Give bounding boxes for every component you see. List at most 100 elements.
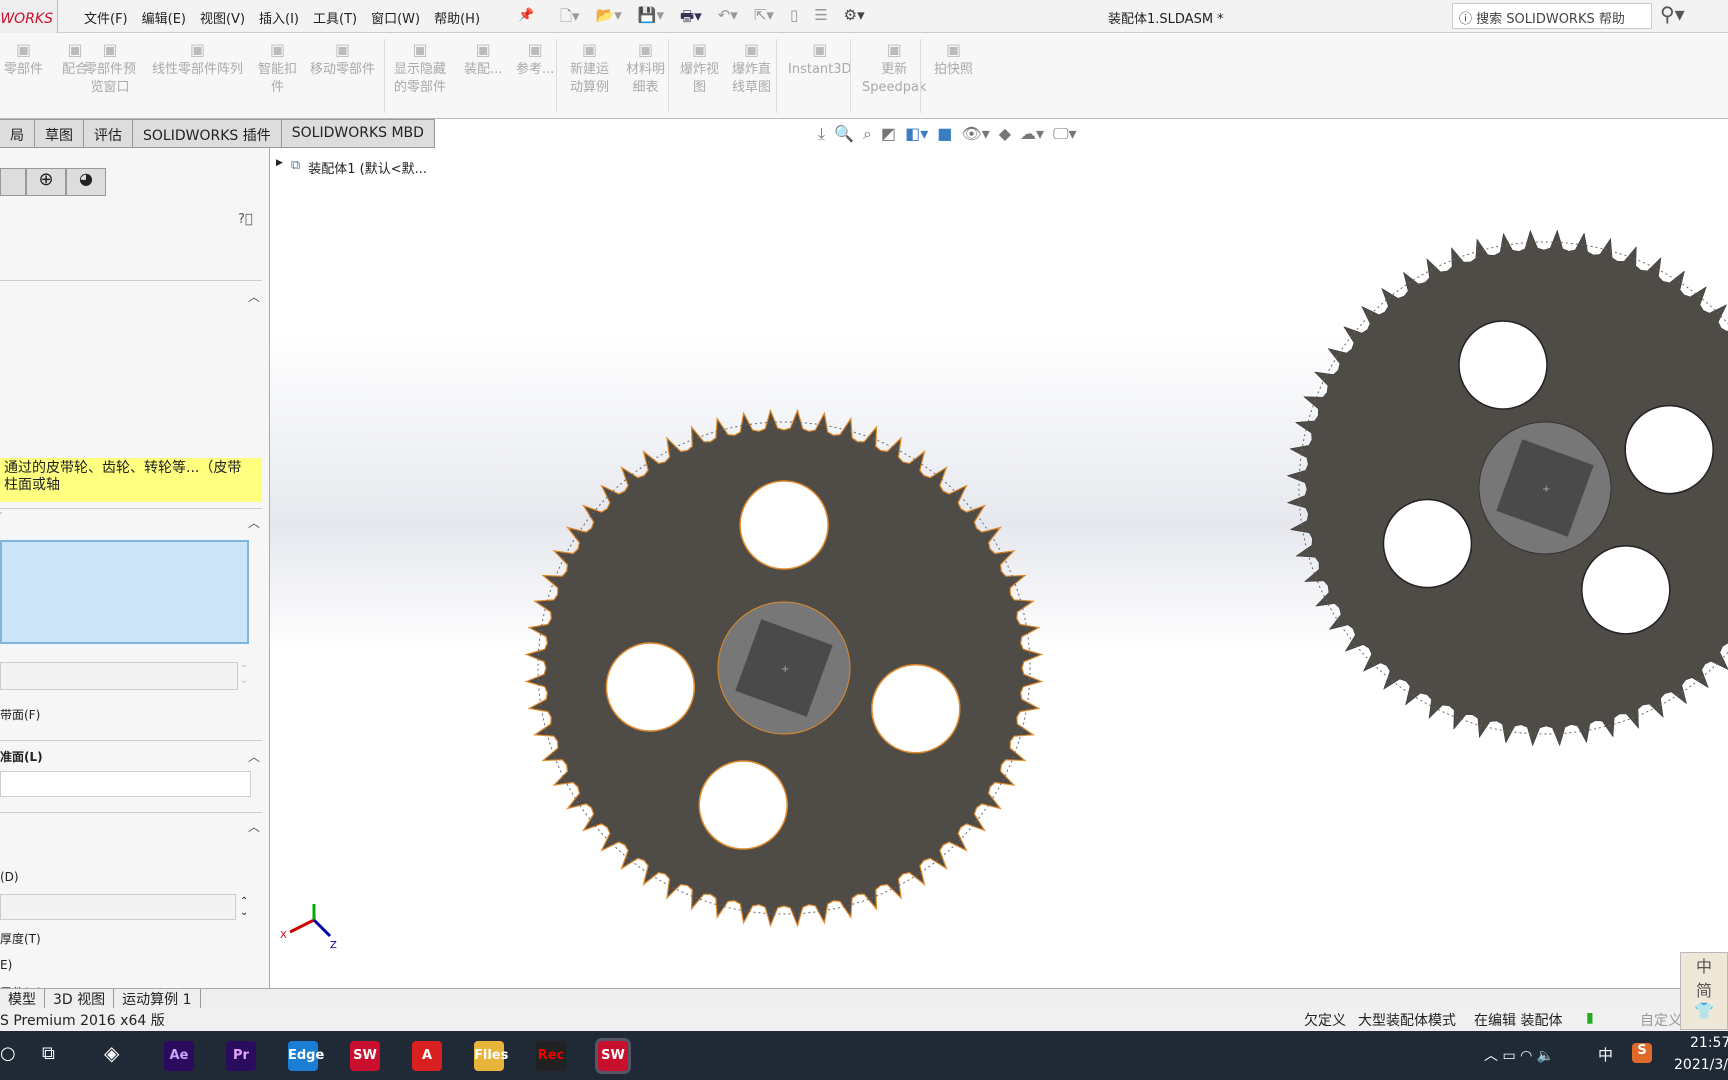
skin-icon[interactable]: 👕 — [1681, 1001, 1727, 1020]
tray-icons[interactable]: ︿ ▭ ◠ 🔈 — [1484, 1045, 1554, 1065]
tab-motion-study[interactable]: 运动算例 1 — [114, 989, 201, 1008]
tab-model[interactable]: 模型 — [0, 989, 45, 1008]
collapse-icon[interactable]: ︿ — [248, 748, 260, 765]
previous-view-icon[interactable]: ⤓ — [818, 124, 825, 144]
value-field[interactable] — [0, 662, 238, 690]
new-icon[interactable]: 🗋▾ — [560, 6, 580, 31]
ribbon-button[interactable]: ▣ 智能扣 件 — [258, 41, 297, 97]
appearance-tab-icon[interactable]: ◕ — [66, 168, 106, 196]
ribbon-button[interactable]: ▣ Instant3D — [788, 41, 852, 79]
origin-marker: + — [1542, 484, 1550, 495]
status-underdefined: 欠定义 — [1304, 1013, 1346, 1029]
rebuild-light-icon[interactable]: ▮ — [1586, 1010, 1594, 1026]
menu-edit[interactable]: 编辑(E) — [142, 8, 186, 27]
spinner-icon[interactable]: ⌃ ⌄ — [240, 896, 248, 918]
taskbar-app-rec[interactable]: Rec — [536, 1041, 566, 1071]
ribbon-button[interactable]: ▣ 显示隐藏 的零部件 — [394, 41, 446, 97]
print-icon[interactable]: 🖶▾ — [680, 6, 702, 31]
ribbon-button[interactable]: ▣ 移动零部件 — [310, 41, 375, 79]
taskbar-app-ae[interactable]: Ae — [164, 1041, 194, 1071]
rebuild-icon[interactable]: ▯ — [790, 6, 798, 31]
menu-help[interactable]: 帮助(H) — [434, 8, 480, 27]
help-question-icon[interactable]: ?⃝ — [238, 212, 253, 227]
ime-chinese[interactable]: 中 — [1681, 953, 1727, 977]
tab-layout[interactable]: 局 — [0, 119, 35, 148]
dimxpert-tab-crosshair-icon[interactable]: ⊕ — [26, 168, 66, 196]
ime-simplified[interactable]: 简 — [1681, 977, 1727, 1001]
search-icon[interactable]: ⚲▾ — [1660, 2, 1685, 26]
menu-insert[interactable]: 插入(I) — [259, 8, 299, 27]
scene-icon[interactable]: ☁▾ — [1020, 124, 1044, 144]
taskbar-app-edge[interactable]: Edge — [288, 1041, 324, 1071]
ribbon-button[interactable]: ▣ 零部件预 览窗口 — [84, 41, 136, 97]
panel-tabs: ⊕ ◕ — [0, 168, 106, 196]
taskbar-app-files[interactable]: Files — [474, 1041, 508, 1071]
ribbon-button[interactable]: ▣ 爆炸直 线草图 — [732, 41, 771, 97]
search-placeholder: 搜索 SOLIDWORKS 帮助 — [1476, 12, 1625, 27]
ribbon-button[interactable]: ▣ 线性零部件阵列 — [152, 41, 243, 79]
menu-tools[interactable]: 工具(T) — [313, 8, 357, 27]
ribbon-button[interactable]: ▣ 新建运 动算例 — [570, 41, 609, 97]
undo-icon[interactable]: ↶▾ — [718, 6, 738, 31]
ribbon-button[interactable]: ▣ 材料明 细表 — [626, 41, 665, 97]
open-icon[interactable]: 📂▾ — [596, 6, 622, 31]
ribbon-icon: ▣ — [691, 40, 708, 59]
view-orientation-icon[interactable]: ◧▾ — [905, 124, 928, 144]
spinner-icon[interactable]: ⌃ ⌄ — [240, 664, 248, 686]
ribbon-button[interactable]: ▣ 爆炸视 图 — [680, 41, 719, 97]
custom-units[interactable]: 自定义 — [1640, 1010, 1682, 1030]
sogou-icon[interactable]: S — [1632, 1043, 1652, 1063]
belt-face-checkbox-label[interactable]: 带面(F) — [0, 706, 40, 723]
task-view-icon[interactable]: ⧉ — [42, 1043, 55, 1064]
taskbar-app-a[interactable]: A — [412, 1041, 442, 1071]
appearance-icon[interactable]: ◆ — [999, 124, 1011, 144]
collapse-icon[interactable]: ︿ — [248, 514, 260, 531]
pin-icon[interactable]: 📌 — [518, 8, 534, 23]
solidworks-logo[interactable]: WORKS — [0, 0, 58, 33]
taskbar-app-sw[interactable]: SW — [350, 1041, 380, 1071]
ime-toolbar[interactable]: 中简 👕 — [1680, 952, 1728, 1030]
clock-time[interactable]: 21:57 — [1690, 1035, 1728, 1051]
options-gear-icon[interactable]: ⚙▾ — [844, 6, 865, 31]
ribbon-button[interactable]: ▣ 更新 Speedpak — [862, 41, 927, 97]
section-view-icon[interactable]: ◩ — [881, 124, 896, 144]
taskbar-app-pr[interactable]: Pr — [226, 1041, 256, 1071]
gear-model-view[interactable]: ++ — [270, 148, 1728, 988]
collapse-icon[interactable]: ︿ — [248, 818, 260, 835]
bottom-tabs: 模型 3D 视图 运动算例 1 — [0, 988, 1728, 1008]
ribbon-button[interactable]: ▣ 参考... — [516, 41, 554, 79]
e-checkbox-label[interactable]: E) — [0, 958, 12, 972]
menu-file[interactable]: 文件(F) — [84, 8, 128, 27]
graphics-area[interactable]: ▶ ⧉ 装配体1 (默认<默... ⤓ 🔍 ⌕ ◩ ◧▾ ■ 👁▾ ◆ ☁▾ 🖵▾ + + XZ — [270, 124, 1728, 988]
thickness-checkbox-label[interactable]: 厚度(T) — [0, 930, 41, 947]
ribbon-button[interactable]: ▣ 装配... — [464, 41, 502, 79]
app-icon-diamond[interactable]: ◈ — [104, 1041, 119, 1065]
search-circle-icon[interactable]: ○ — [0, 1043, 16, 1064]
save-icon[interactable]: 💾▾ — [638, 6, 664, 31]
tab-3d-view[interactable]: 3D 视图 — [45, 989, 115, 1008]
select-icon[interactable]: ⇱▾ — [754, 6, 774, 31]
hide-show-icon[interactable]: 👁▾ — [961, 124, 989, 144]
tab-evaluate[interactable]: 评估 — [84, 119, 133, 148]
clock-date[interactable]: 2021/3/ — [1674, 1057, 1728, 1073]
ribbon-button[interactable]: ▣ 拍快照 — [934, 41, 973, 79]
file-properties-icon[interactable]: ☰ — [814, 6, 827, 31]
display-icon[interactable]: 🖵▾ — [1053, 124, 1076, 144]
taskbar-app-sw[interactable]: SW — [595, 1038, 631, 1074]
collapse-icon[interactable]: ︿ — [248, 288, 260, 305]
zoom-area-icon[interactable]: ⌕ — [863, 124, 872, 144]
selection-list-box[interactable] — [0, 540, 249, 644]
tab-sketch[interactable]: 草图 — [35, 119, 84, 148]
length-field[interactable] — [0, 894, 236, 920]
ime-indicator[interactable]: 中 — [1598, 1044, 1613, 1065]
display-style-icon[interactable]: ■ — [937, 124, 952, 144]
menu-view[interactable]: 视图(V) — [200, 8, 245, 27]
config-manager-tab[interactable] — [0, 168, 26, 196]
tab-mbd[interactable]: SOLIDWORKS MBD — [281, 119, 435, 148]
tab-addins[interactable]: SOLIDWORKS 插件 — [133, 119, 282, 148]
zoom-to-fit-icon[interactable]: 🔍 — [834, 124, 854, 144]
menu-window[interactable]: 窗口(W) — [371, 8, 420, 27]
plane-field[interactable] — [0, 771, 251, 797]
ribbon-button[interactable]: ▣ 零部件 — [4, 41, 43, 79]
help-search-input[interactable]: ⓘ 搜索 SOLIDWORKS 帮助 — [1452, 3, 1652, 29]
